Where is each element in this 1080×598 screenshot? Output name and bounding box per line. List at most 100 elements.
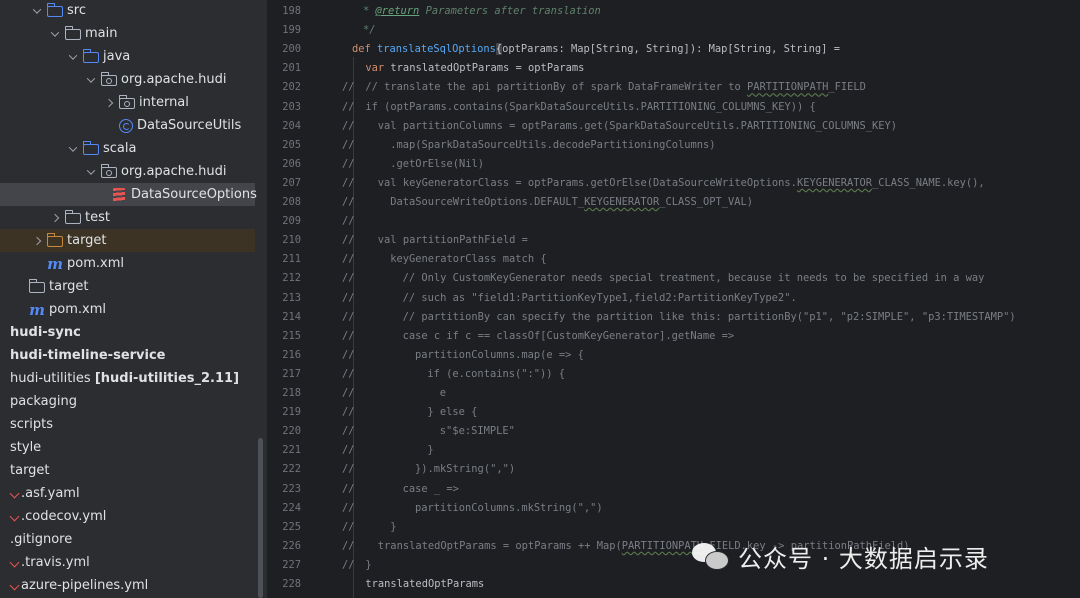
code-line[interactable]: 218 // e [267, 384, 1080, 403]
code-line[interactable]: 204 // val partitionColumns = optParams.ge… [267, 117, 1080, 136]
code-line[interactable]: 203 // if (optParams.contains(SparkDataSou… [267, 98, 1080, 117]
comment-marker: // [342, 234, 355, 247]
line-number: 224 [282, 501, 301, 514]
code-text: var translatedOptParams = optParams [365, 59, 584, 78]
code-line[interactable]: 224 // partitionColumns.mkString(",") [267, 499, 1080, 518]
tree-item-label: src [67, 3, 86, 18]
code-line[interactable]: 206 // .getOrElse(Nil) [267, 155, 1080, 174]
tree-item-label: DataSourceUtils [137, 118, 242, 133]
code-token: val keyGeneratorClass = optParams.getOrE… [377, 176, 797, 189]
line-number: 220 [282, 425, 301, 438]
code-token: // partitionBy can specify the partition… [402, 310, 1016, 323]
code-line[interactable]: 223 // case _ => [267, 480, 1080, 499]
code-text: if (e.contains(":")) { [427, 365, 565, 384]
code-line[interactable]: 213 // // such as "field1:PartitionKeyType… [267, 289, 1080, 308]
code-line[interactable]: 216 // partitionColumns.map(e => { [267, 346, 1080, 365]
code-token: translatedOptParams = optParams [390, 62, 585, 75]
watermark: 公众号 · 大数据启示录 [692, 538, 989, 574]
chevron-right-icon[interactable] [30, 234, 44, 248]
code-token: // Only CustomKeyGenerator needs special… [402, 272, 985, 285]
code-text: } else { [427, 403, 477, 422]
code-line[interactable]: 201 var translatedOptParams = optParams [267, 59, 1080, 78]
tree-item[interactable]: src [0, 0, 255, 22]
tree-item[interactable]: org.apache.hudi [0, 68, 255, 91]
tree-item[interactable]: internal [0, 91, 255, 114]
line-number: 223 [282, 482, 301, 495]
chevron-down-icon[interactable] [48, 27, 62, 41]
code-text: s"$e:SIMPLE" [440, 422, 515, 441]
code-line[interactable]: 209 // [267, 212, 1080, 231]
code-editor[interactable]: 198 * @return Parameters after translatio… [267, 0, 1080, 598]
code-token: PARTITIONPATH [747, 81, 829, 94]
code-line[interactable]: 211 // keyGeneratorClass match { [267, 250, 1080, 269]
tree-item[interactable]: azure-pipelines.yml [0, 574, 255, 597]
code-line[interactable]: 202 // // translate the api partitionBy of… [267, 78, 1080, 97]
code-line[interactable]: 222 //}).mkString(",") [267, 460, 1080, 479]
tree-item[interactable]: hudi-utilities [hudi-utilities_2.11] [0, 367, 255, 390]
tree-item[interactable]: org.apache.hudi [0, 160, 255, 183]
code-line[interactable]: 221 //} [267, 441, 1080, 460]
chevron-down-icon[interactable] [84, 165, 98, 179]
code-line[interactable]: 198 * @return Parameters after translatio… [267, 2, 1080, 21]
comment-marker: // [342, 138, 355, 151]
code-line[interactable]: 214 // // partitionBy can specify the part… [267, 308, 1080, 327]
code-line[interactable]: 200 def translateSqlOptions (optParams: Ma… [267, 40, 1080, 59]
code-line[interactable]: 207 // val keyGeneratorClass = optParams.g… [267, 174, 1080, 193]
code-line[interactable]: 215 // case c if c == classOf[CustomKeyGen… [267, 327, 1080, 346]
code-line[interactable]: 220 // s"$e:SIMPLE" [267, 422, 1080, 441]
code-line[interactable]: 219 //} else { [267, 403, 1080, 422]
tree-item[interactable]: .gitignore [0, 528, 255, 551]
comment-marker: // [342, 539, 355, 552]
maven-icon: m [29, 300, 45, 319]
comment-marker: // [342, 367, 355, 380]
code-token: val partitionPathField = [377, 234, 528, 247]
code-line[interactable]: 228 translatedOptParams [267, 575, 1080, 594]
tree-item[interactable]: scripts [0, 413, 255, 436]
tree-item[interactable]: target [0, 229, 255, 252]
tree-item[interactable]: hudi-sync [0, 321, 255, 344]
folder-excluded-icon [46, 233, 63, 247]
chevron-down-icon[interactable] [84, 73, 98, 87]
tree-item[interactable]: style [0, 436, 255, 459]
line-number: 215 [282, 329, 301, 342]
tree-item[interactable]: m pom.xml [0, 252, 255, 275]
tree-item[interactable]: DataSourceUtils [0, 114, 255, 137]
yaml-icon [9, 557, 20, 568]
comment-marker: // [342, 348, 355, 361]
code-line[interactable]: 199 */ [267, 21, 1080, 40]
chevron-down-icon[interactable] [66, 50, 80, 64]
code-line[interactable]: 225 //} [267, 518, 1080, 537]
code-line[interactable]: 217 // if (e.contains(":")) { [267, 365, 1080, 384]
code-text: keyGeneratorClass match { [390, 250, 546, 269]
code-text: // such as "field1:PartitionKeyType1,fie… [403, 289, 797, 308]
comment-marker: // [342, 272, 355, 285]
line-number: 198 [282, 5, 301, 17]
chevron-down-icon[interactable] [66, 142, 80, 156]
tree-item-label: packaging [10, 394, 77, 409]
project-tree-scrollbar[interactable] [258, 438, 263, 598]
tree-item[interactable]: .travis.yml [0, 551, 255, 574]
line-number: 218 [282, 387, 301, 399]
package-icon [100, 164, 117, 178]
tree-item[interactable]: target [0, 275, 255, 298]
code-line[interactable]: 210 // val partitionPathField = [267, 231, 1080, 250]
tree-item[interactable]: scala [0, 137, 255, 160]
code-text: */ [363, 21, 376, 40]
code-text: case c if c == classOf[CustomKeyGenerato… [403, 327, 735, 346]
tree-item[interactable]: DataSourceOptions [0, 183, 257, 206]
tree-item[interactable]: m pom.xml [0, 298, 255, 321]
tree-item[interactable]: packaging [0, 390, 255, 413]
tree-item[interactable]: test [0, 206, 255, 229]
chevron-right-icon[interactable] [102, 96, 116, 110]
tree-item[interactable]: java [0, 45, 255, 68]
tree-item[interactable]: main [0, 22, 255, 45]
chevron-down-icon[interactable] [30, 4, 44, 18]
tree-item[interactable]: .asf.yaml [0, 482, 255, 505]
tree-item[interactable]: target [0, 459, 255, 482]
code-line[interactable]: 205 // .map(SparkDataSourceUtils.decodePar… [267, 136, 1080, 155]
tree-item[interactable]: hudi-timeline-service [0, 344, 255, 367]
chevron-right-icon[interactable] [48, 211, 62, 225]
code-line[interactable]: 212 // // Only CustomKeyGenerator needs sp… [267, 269, 1080, 288]
code-line[interactable]: 208 // DataSourceWriteOptions.DEFAULT_KEYG… [267, 193, 1080, 212]
tree-item[interactable]: .codecov.yml [0, 505, 255, 528]
